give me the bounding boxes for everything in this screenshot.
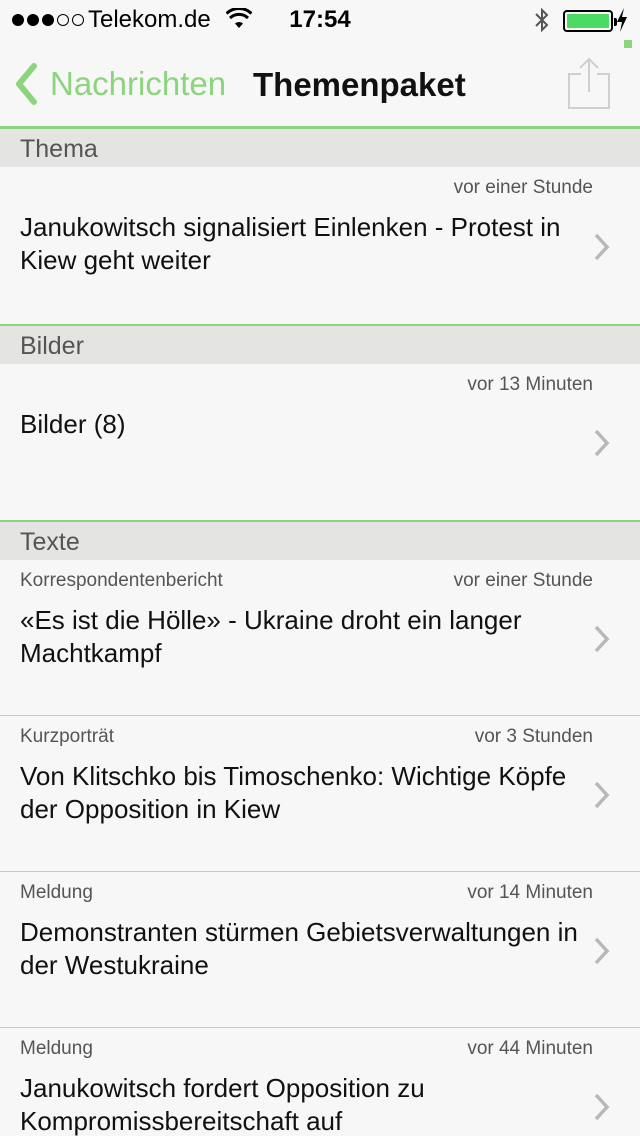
- chevron-right-icon: [594, 781, 610, 809]
- item-time: vor 44 Minuten: [467, 1038, 593, 1059]
- item-category: Kurzporträt: [20, 726, 114, 747]
- item-time: vor 3 Stunden: [474, 726, 593, 747]
- item-time: vor einer Stunde: [453, 570, 593, 591]
- back-label: Nachrichten: [50, 65, 227, 102]
- item-title: Janukowitsch signalisiert Einlenken - Pr…: [20, 212, 561, 275]
- item-category: Korrespondentenbericht: [20, 570, 223, 591]
- screen: Telekom.de 17:54 Nachrichten Themenpaket: [0, 0, 640, 1136]
- chevron-right-icon: [594, 429, 610, 457]
- share-icon[interactable]: [566, 56, 612, 110]
- section-header-bilder: Bilder: [0, 326, 640, 364]
- chevron-right-icon: [594, 233, 610, 261]
- item-time: vor 14 Minuten: [467, 882, 593, 903]
- item-category: Meldung: [20, 1038, 93, 1059]
- item-title: Bilder (8): [20, 409, 126, 439]
- item-title: Janukowitsch fordert Opposition zu Kompr…: [20, 1073, 425, 1136]
- item-title: Von Klitschko bis Timoschenko: Wichtige …: [20, 761, 567, 824]
- chevron-right-icon: [594, 1093, 610, 1121]
- charging-bolt-icon: [617, 8, 627, 32]
- chevron-right-icon: [594, 625, 610, 653]
- list-item[interactable]: vor einer Stunde Janukowitsch signalisie…: [0, 167, 640, 324]
- item-category: Meldung: [20, 882, 93, 903]
- item-title: «Es ist die Hölle» - Ukraine droht ein l…: [20, 605, 522, 668]
- item-title: Demonstranten stürmen Gebietsverwaltunge…: [20, 917, 578, 980]
- item-time: vor einer Stunde: [453, 177, 593, 198]
- list-item[interactable]: Kurzporträt vor 3 Stunden Von Klitschko …: [0, 716, 640, 871]
- bluetooth-icon: [535, 7, 549, 33]
- chevron-left-icon: [16, 63, 37, 105]
- list-item[interactable]: Korrespondentenbericht vor einer Stunde …: [0, 560, 640, 715]
- navigation-bar: Nachrichten Themenpaket: [0, 40, 640, 128]
- chevron-right-icon: [594, 937, 610, 965]
- list-item[interactable]: Meldung vor 44 Minuten Janukowitsch ford…: [0, 1028, 640, 1136]
- battery-icon: [563, 10, 617, 32]
- back-button[interactable]: Nachrichten: [14, 62, 226, 106]
- list-item[interactable]: vor 13 Minuten Bilder (8): [0, 364, 640, 520]
- section-header-thema: Thema: [0, 129, 640, 167]
- status-bar: Telekom.de 17:54: [0, 0, 640, 40]
- battery-level: [567, 14, 609, 28]
- page-title: Themenpaket: [253, 66, 466, 103]
- list-item[interactable]: Meldung vor 14 Minuten Demonstranten stü…: [0, 872, 640, 1027]
- item-time: vor 13 Minuten: [467, 374, 593, 395]
- section-header-texte: Texte: [0, 522, 640, 560]
